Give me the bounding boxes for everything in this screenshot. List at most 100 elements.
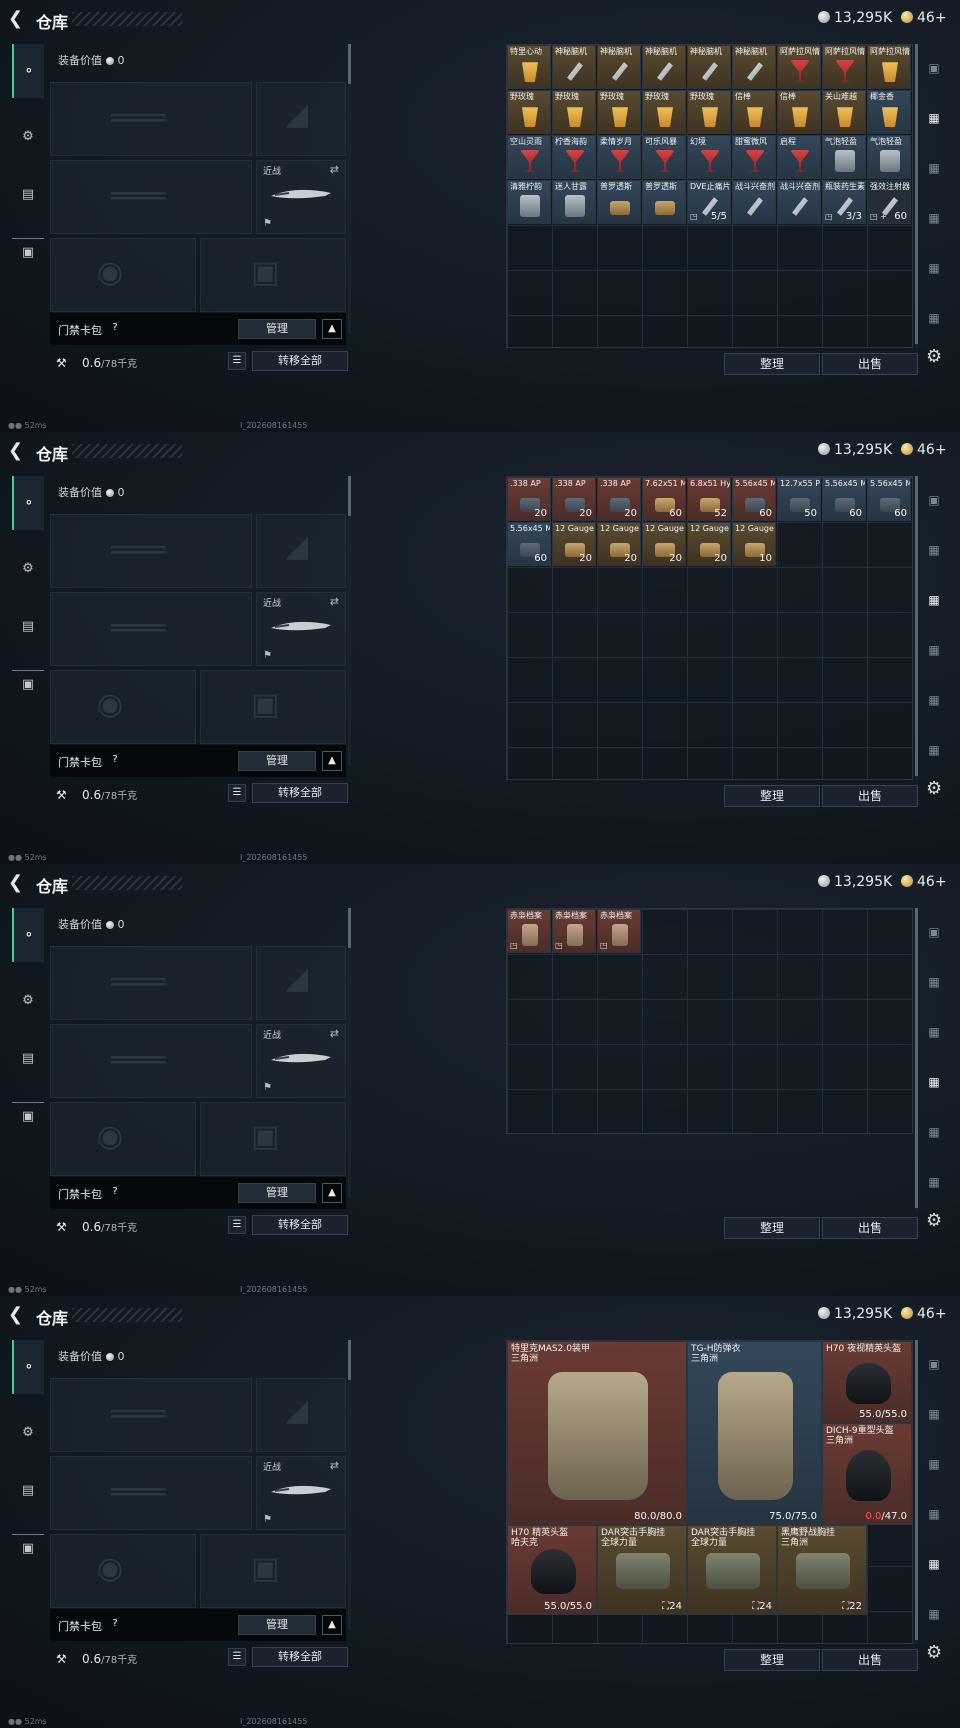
manage-button[interactable]: 管理 bbox=[238, 1615, 316, 1635]
stash-item[interactable]: 特里心动 bbox=[507, 45, 551, 89]
stash-item[interactable]: 12 Gauge 20 bbox=[597, 522, 641, 566]
primary-weapon-slot[interactable]: ═══ bbox=[50, 1378, 252, 1452]
stash-item[interactable]: 信棒 bbox=[732, 90, 776, 134]
category-tab-3-icon[interactable]: ▦ bbox=[922, 638, 946, 662]
gear-icon[interactable]: ⚙ bbox=[926, 1210, 942, 1231]
category-tab-2-icon[interactable]: ▦ bbox=[922, 1452, 946, 1476]
swap-icon[interactable]: ⇄ bbox=[330, 1027, 339, 1040]
secondary-weapon-slot[interactable]: ═══ bbox=[50, 592, 252, 666]
stash-item[interactable]: 强效注射器 ◳ + 60 bbox=[867, 180, 911, 224]
stash-gear-item[interactable]: 黑鹰野战胸挂 三角洲 ⛶22 bbox=[777, 1525, 867, 1615]
transfer-all-button[interactable]: 转移全部 bbox=[252, 1215, 348, 1235]
stash-item[interactable]: 5.56x45 M855A1 60 bbox=[822, 477, 866, 521]
category-all-icon[interactable]: ▣ bbox=[922, 56, 946, 80]
category-tab-5-icon[interactable]: ▦ bbox=[922, 1170, 946, 1194]
sort-button[interactable]: 整理 bbox=[724, 353, 820, 375]
melee-slot[interactable]: 近战 ⇄ ⚑ bbox=[256, 592, 346, 666]
armor-icon[interactable]: ⚙ bbox=[12, 1412, 44, 1452]
gold-currency[interactable]: 46+ bbox=[901, 442, 947, 458]
category-tab-3-icon[interactable]: ▦ bbox=[922, 206, 946, 230]
scroll-thumb[interactable] bbox=[915, 44, 918, 344]
stash-item[interactable]: .338 AP 20 bbox=[597, 477, 641, 521]
list-icon[interactable]: ☰ bbox=[228, 784, 246, 802]
stash-gear-item[interactable]: 特里克MAS2.0装甲 三角洲 80.0/80.0 bbox=[507, 1341, 687, 1525]
sidearm-slot[interactable]: ◢ bbox=[256, 1378, 346, 1452]
gold-currency[interactable]: 46+ bbox=[901, 874, 947, 890]
primary-weapon-slot[interactable]: ═══ bbox=[50, 82, 252, 156]
stash-item[interactable]: 普罗透斯 bbox=[597, 180, 641, 224]
armor-slot[interactable]: ▣ bbox=[200, 238, 346, 312]
armor-slot[interactable]: ▣ bbox=[200, 670, 346, 744]
list-icon[interactable]: ☰ bbox=[228, 1216, 246, 1234]
armor-icon[interactable]: ⚙ bbox=[12, 116, 44, 156]
stash-item[interactable]: 迷人甘露 bbox=[552, 180, 596, 224]
armor-slot[interactable]: ▣ bbox=[200, 1534, 346, 1608]
stash-gear-item[interactable]: DICH-9重型头盔 三角洲 0.0/47.0 bbox=[822, 1423, 912, 1525]
melee-slot[interactable]: 近战 ⇄ ⚑ bbox=[256, 1024, 346, 1098]
help-icon[interactable]: ? bbox=[108, 753, 122, 767]
category-tab-4-icon[interactable]: ▦ bbox=[922, 688, 946, 712]
stash-item[interactable]: 野玫瑰 bbox=[597, 90, 641, 134]
manage-button[interactable]: 管理 bbox=[238, 319, 316, 339]
sort-button[interactable]: 整理 bbox=[724, 1217, 820, 1239]
category-tab-2-icon[interactable]: ▦ bbox=[922, 156, 946, 180]
stash-item[interactable]: 椰金香 bbox=[867, 90, 911, 134]
category-all-icon[interactable]: ▣ bbox=[922, 920, 946, 944]
stash-item[interactable]: 信棒 bbox=[777, 90, 821, 134]
secondary-weapon-slot[interactable]: ═══ bbox=[50, 1024, 252, 1098]
stash-item[interactable]: 7.62x51 M61 60 bbox=[642, 477, 686, 521]
stash-item[interactable]: 阿萨拉风情 bbox=[777, 45, 821, 89]
category-tab-1-icon[interactable]: ▦ bbox=[922, 1402, 946, 1426]
back-arrow-icon[interactable]: ❮ bbox=[8, 1305, 26, 1325]
stash-item[interactable]: 12.7x55 PS12B 50 bbox=[777, 477, 821, 521]
stash-item[interactable]: 甜蜜微风 bbox=[732, 135, 776, 179]
stash-item[interactable]: DVE止痛片 ◳ 5/5 bbox=[687, 180, 731, 224]
stash-item[interactable]: 关山难越 bbox=[822, 90, 866, 134]
stash-item[interactable]: 6.8x51 Hybrid 52 bbox=[687, 477, 731, 521]
swap-icon[interactable]: ⇄ bbox=[330, 163, 339, 176]
stash-item[interactable]: 可乐风暴 bbox=[642, 135, 686, 179]
stash-item[interactable]: 神秘脑机 bbox=[732, 45, 776, 89]
sell-button[interactable]: 出售 bbox=[822, 1649, 918, 1671]
chevron-up-icon[interactable]: ▲ bbox=[322, 1183, 342, 1203]
equipment-scrollbar[interactable] bbox=[348, 44, 351, 334]
pistol-icon[interactable]: ⚬ bbox=[12, 908, 44, 962]
chevron-up-icon[interactable]: ▲ bbox=[322, 319, 342, 339]
stash-item[interactable]: 战斗兴奋剂 bbox=[732, 180, 776, 224]
category-tab-1-icon[interactable]: ▦ bbox=[922, 970, 946, 994]
gear-icon[interactable]: ⚙ bbox=[926, 346, 942, 367]
help-icon[interactable]: ? bbox=[108, 321, 122, 335]
list-icon[interactable]: ☰ bbox=[228, 352, 246, 370]
stash-item[interactable]: 启程 bbox=[777, 135, 821, 179]
equipment-scrollbar[interactable] bbox=[348, 908, 351, 1198]
stash-scrollbar[interactable] bbox=[915, 908, 918, 1212]
category-tab-5-icon[interactable]: ▦ bbox=[922, 306, 946, 330]
stash-item[interactable]: 神秘脑机 bbox=[687, 45, 731, 89]
stash-gear-item[interactable]: H70 夜视精英头盔 55.0/55.0 bbox=[822, 1341, 912, 1423]
stash-item[interactable]: 幻境 bbox=[687, 135, 731, 179]
transfer-all-button[interactable]: 转移全部 bbox=[252, 783, 348, 803]
stash-item[interactable]: 5.56x45 M855A1 60 bbox=[867, 477, 911, 521]
transfer-all-button[interactable]: 转移全部 bbox=[252, 351, 348, 371]
manage-button[interactable]: 管理 bbox=[238, 1183, 316, 1203]
gold-currency[interactable]: 46+ bbox=[901, 10, 947, 26]
clipboard-icon[interactable]: ▤ bbox=[12, 174, 44, 214]
stash-item[interactable]: 普罗透斯 bbox=[642, 180, 686, 224]
stash-item[interactable]: 气泡轻盈 bbox=[822, 135, 866, 179]
stash-item[interactable]: 12 Gauge 20 bbox=[642, 522, 686, 566]
stash-item[interactable]: 空山灵雨 bbox=[507, 135, 551, 179]
armor-slot[interactable]: ▣ bbox=[200, 1102, 346, 1176]
stash-grid[interactable]: 特里克MAS2.0装甲 三角洲 80.0/80.0 TG-H防弹衣 三角洲 75.0/75… bbox=[506, 1340, 913, 1644]
transfer-all-button[interactable]: 转移全部 bbox=[252, 1647, 348, 1667]
scroll-thumb[interactable] bbox=[348, 1340, 351, 1380]
helmet-slot[interactable]: ◉ bbox=[50, 1102, 196, 1176]
category-tab-1-icon[interactable]: ▦ bbox=[922, 538, 946, 562]
back-arrow-icon[interactable]: ❮ bbox=[8, 873, 26, 893]
stash-item[interactable]: .338 AP 20 bbox=[552, 477, 596, 521]
scroll-thumb[interactable] bbox=[348, 44, 351, 84]
category-tab-5-icon[interactable]: ▦ bbox=[922, 738, 946, 762]
primary-weapon-slot[interactable]: ═══ bbox=[50, 514, 252, 588]
stash-item[interactable]: 赤枭档案 ◳ bbox=[597, 909, 641, 953]
sidearm-slot[interactable]: ◢ bbox=[256, 946, 346, 1020]
help-icon[interactable]: ? bbox=[108, 1617, 122, 1631]
